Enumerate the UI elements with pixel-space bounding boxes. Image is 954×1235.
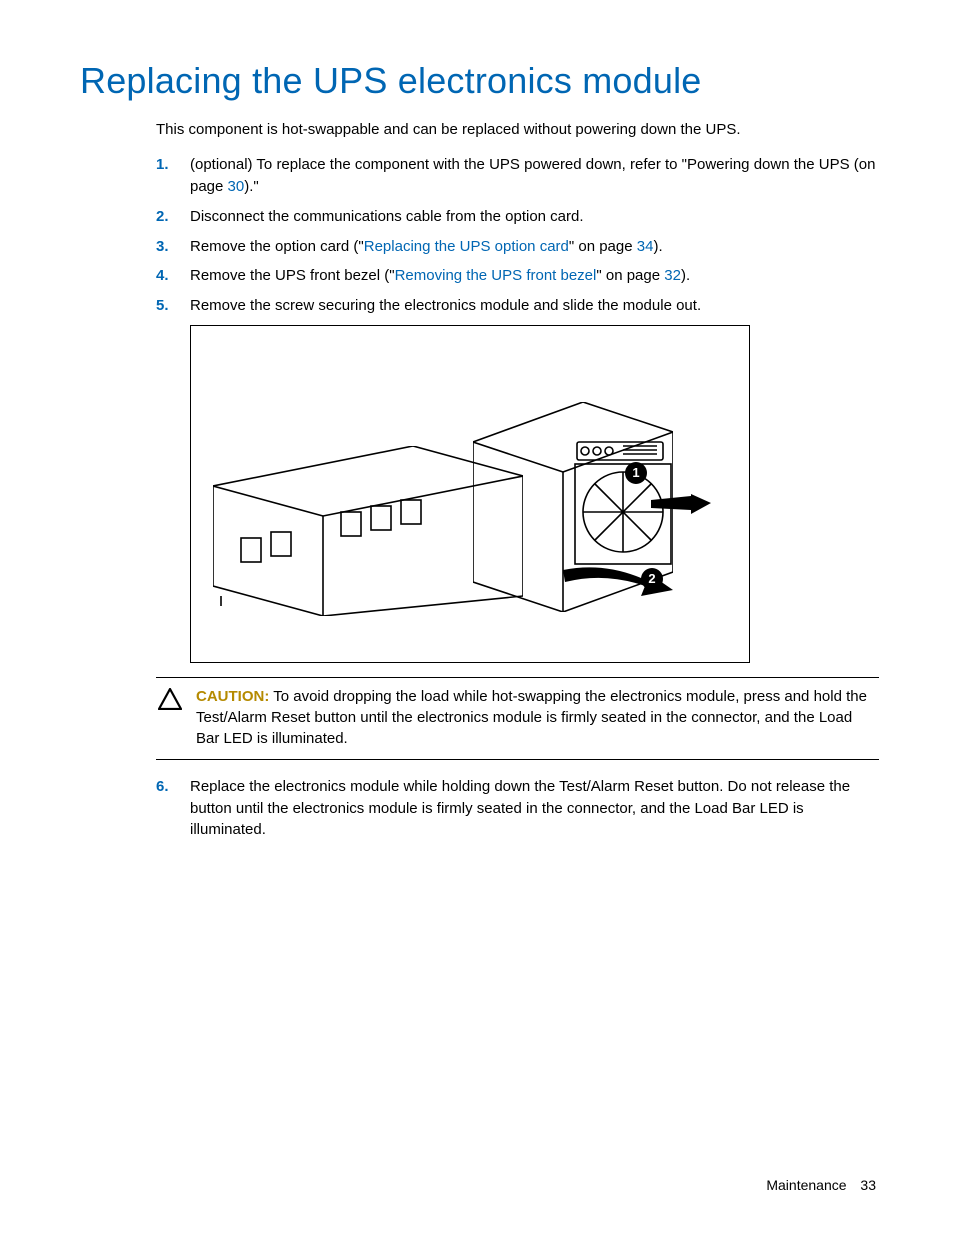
step-text: Remove the option card ("Replacing the U… — [190, 236, 663, 258]
caution-body: To avoid dropping the load while hot-swa… — [196, 688, 867, 747]
procedure-step: 2.Disconnect the communications cable fr… — [156, 206, 879, 228]
callout-2: 2 — [641, 568, 663, 590]
callout-1: 1 — [625, 462, 647, 484]
step-number: 5. — [156, 295, 190, 317]
cross-reference-link[interactable]: 30 — [228, 178, 245, 195]
caution-icon — [156, 686, 190, 749]
procedure-step: 3.Remove the option card ("Replacing the… — [156, 236, 879, 258]
step-number: 2. — [156, 206, 190, 228]
procedure-step: 6.Replace the electronics module while h… — [156, 776, 879, 841]
step-number: 6. — [156, 776, 190, 841]
step-text: Replace the electronics module while hol… — [190, 776, 879, 841]
arrow-remove-screw — [651, 494, 711, 516]
caution-block: CAUTION: To avoid dropping the load whil… — [156, 677, 879, 760]
cross-reference-link[interactable]: Removing the UPS front bezel — [395, 267, 597, 284]
procedure-step: 4.Remove the UPS front bezel ("Removing … — [156, 265, 879, 287]
step-text: (optional) To replace the component with… — [190, 154, 879, 198]
caution-label: CAUTION: — [196, 688, 269, 705]
footer-section: Maintenance — [766, 1177, 846, 1193]
cross-reference-link[interactable]: Replacing the UPS option card — [364, 238, 569, 255]
illustration-electronics-module: 1 2 — [190, 325, 750, 663]
figure-container: 1 2 — [190, 325, 879, 663]
cross-reference-link[interactable]: 32 — [664, 267, 681, 284]
page-footer: Maintenance 33 — [766, 1177, 876, 1193]
procedure-list-continued: 6.Replace the electronics module while h… — [156, 776, 879, 841]
step-number: 3. — [156, 236, 190, 258]
procedure-step: 1.(optional) To replace the component wi… — [156, 154, 879, 198]
intro-paragraph: This component is hot-swappable and can … — [156, 120, 879, 140]
caution-text: CAUTION: To avoid dropping the load whil… — [190, 686, 879, 749]
step-number: 1. — [156, 154, 190, 198]
document-page: Replacing the UPS electronics module Thi… — [0, 0, 954, 1235]
step-text: Remove the screw securing the electronic… — [190, 295, 701, 317]
cross-reference-link[interactable]: 34 — [637, 238, 654, 255]
page-title: Replacing the UPS electronics module — [80, 60, 879, 102]
step-text: Remove the UPS front bezel ("Removing th… — [190, 265, 690, 287]
footer-page-number: 33 — [860, 1177, 876, 1193]
step-text: Disconnect the communications cable from… — [190, 206, 584, 228]
procedure-list: 1.(optional) To replace the component wi… — [156, 154, 879, 317]
procedure-step: 5.Remove the screw securing the electron… — [156, 295, 879, 317]
step-number: 4. — [156, 265, 190, 287]
